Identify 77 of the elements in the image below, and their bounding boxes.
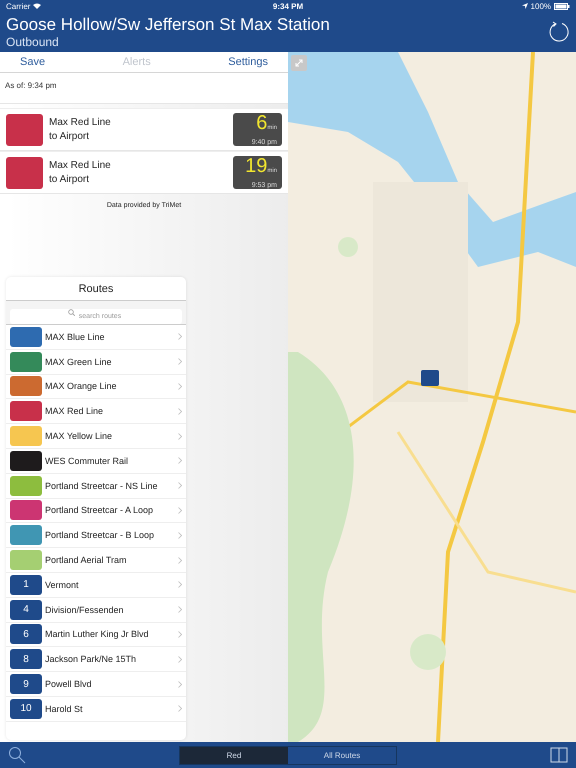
chevron-icon bbox=[178, 556, 182, 564]
route-list-item[interactable]: 6 Martin Luther King Jr Blvd bbox=[6, 622, 186, 648]
route-name: Max Red Line bbox=[49, 158, 112, 172]
route-list-item[interactable]: Portland Streetcar - NS Line bbox=[6, 474, 186, 499]
minutes-value: 6 bbox=[256, 113, 268, 133]
route-list-item[interactable]: MAX Blue Line bbox=[6, 325, 186, 350]
chevron-icon bbox=[178, 581, 182, 588]
route-name: MAX Blue Line bbox=[45, 332, 106, 342]
route-number: 9 bbox=[10, 674, 42, 694]
route-list-item[interactable]: MAX Yellow Line bbox=[6, 424, 186, 449]
toolbar-button[interactable]: Settings bbox=[228, 56, 268, 68]
route-name: MAX Orange Line bbox=[45, 381, 118, 392]
carrier-label: Carrier bbox=[6, 2, 30, 10]
route-list-item[interactable]: MAX Orange Line bbox=[6, 374, 186, 400]
route-list-item[interactable]: 9 Powell Blvd bbox=[6, 672, 186, 697]
route-list-item[interactable]: WES Commuter Rail bbox=[6, 448, 186, 474]
chevron-icon bbox=[178, 532, 182, 539]
toolbar-button[interactable]: Save bbox=[20, 56, 46, 68]
chevron-icon bbox=[178, 358, 182, 366]
chevron-icon bbox=[178, 457, 182, 464]
chevron-icon bbox=[178, 432, 182, 440]
route-number: 10 bbox=[10, 698, 42, 719]
route-name: Martin Luther King Jr Blvd bbox=[45, 629, 150, 640]
chevron-icon bbox=[178, 630, 182, 638]
chevron-icon bbox=[178, 705, 182, 712]
route-list-item[interactable]: MAX Green Line bbox=[6, 350, 186, 375]
route-name: Division/Fessenden bbox=[45, 604, 125, 615]
route-list-item[interactable]: Portland Aerial Tram bbox=[6, 548, 186, 573]
book-icon[interactable] bbox=[550, 747, 568, 763]
route-name: Portland Aerial Tram bbox=[45, 555, 128, 566]
route-number: 6 bbox=[10, 624, 42, 644]
search-icon[interactable] bbox=[8, 746, 26, 764]
chevron-icon bbox=[178, 606, 182, 614]
route-name: MAX Green Line bbox=[45, 356, 113, 367]
minutes-value: 19 bbox=[245, 156, 268, 176]
route-name: MAX Red Line bbox=[45, 406, 104, 416]
clock-label: 9:34 PM bbox=[272, 2, 304, 10]
refresh-icon[interactable] bbox=[548, 21, 570, 43]
wifi-icon bbox=[33, 3, 42, 9]
route-number: 1 bbox=[10, 574, 42, 595]
route-name: Vermont bbox=[45, 580, 80, 590]
route-name: Portland Streetcar - B Loop bbox=[45, 530, 156, 540]
location-arrow-icon bbox=[522, 3, 528, 9]
route-list-item[interactable]: MAX Red Line bbox=[6, 399, 186, 424]
expand-icon bbox=[294, 58, 304, 68]
chevron-icon bbox=[178, 656, 182, 663]
chevron-icon bbox=[178, 333, 182, 340]
route-list-item[interactable]: Portland Streetcar - A Loop bbox=[6, 498, 186, 524]
route-name: Powell Blvd bbox=[45, 679, 93, 690]
route-list-item[interactable]: 8 Jackson Park/Ne 15Th bbox=[6, 647, 186, 672]
route-list-item[interactable]: 4 Division/Fessenden bbox=[6, 598, 186, 623]
destination-label: to Airport bbox=[49, 130, 90, 144]
chevron-icon bbox=[178, 680, 182, 688]
route-name: Portland Streetcar - NS Line bbox=[45, 480, 159, 491]
route-name: Max Red Line bbox=[49, 116, 112, 130]
route-name: MAX Yellow Line bbox=[45, 431, 114, 442]
route-list-item[interactable]: 1 Vermont bbox=[6, 572, 186, 598]
route-list-item[interactable]: 10 Harold St bbox=[6, 696, 186, 722]
destination-label: to Airport bbox=[49, 172, 90, 186]
search-icon bbox=[68, 309, 75, 316]
battery-icon bbox=[554, 2, 570, 10]
chevron-icon bbox=[178, 382, 182, 390]
direction-subtitle: Outbound bbox=[6, 34, 60, 50]
route-name: WES Commuter Rail bbox=[45, 456, 130, 466]
segment-tab[interactable]: Red bbox=[180, 746, 288, 764]
route-list-item[interactable]: Portland Streetcar - B Loop bbox=[6, 523, 186, 548]
chevron-icon bbox=[178, 408, 182, 415]
battery-percent: 100% bbox=[530, 2, 552, 10]
route-number: 4 bbox=[10, 600, 42, 620]
route-name: Portland Streetcar - A Loop bbox=[45, 505, 154, 516]
route-number: 8 bbox=[10, 649, 42, 670]
route-name: Harold St bbox=[45, 704, 84, 714]
chevron-icon bbox=[178, 482, 182, 490]
route-name: Jackson Park/Ne 15Th bbox=[45, 654, 138, 664]
updated-time: As of: 9:34 pm bbox=[0, 73, 288, 104]
chevron-icon bbox=[178, 506, 182, 514]
station-title: Goose Hollow/Sw Jefferson St Max Station bbox=[6, 14, 331, 34]
